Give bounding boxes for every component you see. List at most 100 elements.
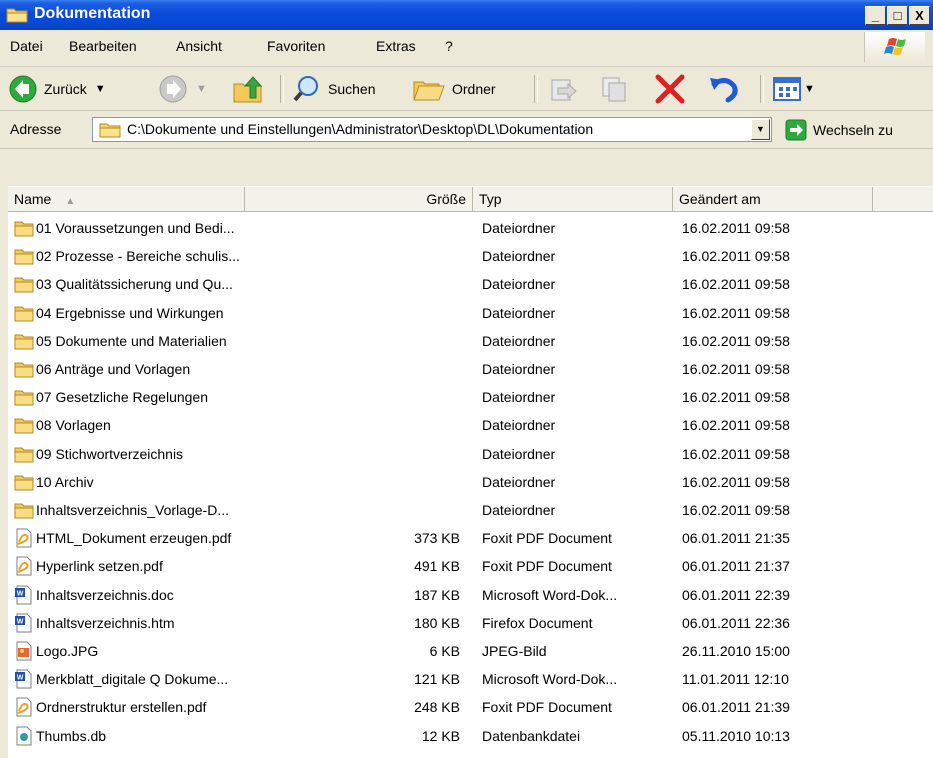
undo-icon (710, 78, 738, 103)
file-row[interactable]: W Inhaltsverzeichnis.doc 187 KB Microsoft W… (14, 583, 914, 608)
address-path: C:\Dokumente und Einstellungen\Administr… (127, 121, 594, 137)
pdf-icon (14, 556, 34, 576)
address-dropdown-button[interactable]: ▼ (751, 119, 770, 140)
search-icon (293, 76, 318, 102)
address-input[interactable]: C:\Dokumente und Einstellungen\Administr… (92, 117, 772, 142)
file-size: 180 KB (414, 615, 460, 631)
file-row[interactable]: W Inhaltsverzeichnis.htm 180 KB Firefox Doc… (14, 611, 914, 636)
file-name: 06 Anträge und Vorlagen (36, 361, 191, 377)
file-modified: 16.02.2011 09:58 (682, 361, 790, 377)
file-row[interactable]: Inhaltsverzeichnis_Vorlage-D... Dateiordn… (14, 498, 914, 523)
file-row[interactable]: Ordnerstruktur erstellen.pdf 248 KB Foxit … (14, 695, 914, 720)
column-header-modified[interactable]: Geändert am (673, 187, 873, 211)
title-bar[interactable]: Dokumentation _ □ X (0, 0, 933, 30)
file-row[interactable]: W Merkblatt_digitale Q Dokume... 121 KB Mic… (14, 667, 914, 692)
maximize-button[interactable]: □ (887, 6, 908, 25)
file-row[interactable]: Thumbs.db 12 KB Datenbankdatei 05.11.2010 1… (14, 724, 914, 749)
menu-favoriten[interactable]: Favoriten (267, 38, 325, 54)
pdf-icon (14, 528, 34, 548)
file-size: 121 KB (414, 671, 460, 687)
file-modified: 06.01.2011 22:39 (682, 587, 790, 603)
folders-icon (413, 81, 445, 101)
file-row[interactable]: 02 Prozesse - Bereiche schulis... Dateior… (14, 244, 914, 269)
move-to-icon (551, 79, 577, 101)
file-name: Hyperlink setzen.pdf (36, 558, 163, 574)
back-label: Zurück (44, 81, 87, 97)
search-label: Suchen (328, 81, 376, 97)
minimize-button[interactable]: _ (865, 6, 886, 25)
svg-text:W: W (17, 619, 24, 626)
back-button[interactable]: Zurück ▼ (8, 73, 106, 105)
file-row[interactable]: HTML_Dokument erzeugen.pdf 373 KB Foxit PD… (14, 526, 914, 551)
menu-extras[interactable]: Extras (376, 38, 416, 54)
file-name: Inhaltsverzeichnis.doc (36, 587, 174, 603)
folder-up-icon (233, 76, 263, 103)
file-type: Dateiordner (482, 446, 556, 462)
chevron-down-icon[interactable]: ▼ (196, 83, 207, 95)
file-name: 07 Gesetzliche Regelungen (36, 389, 209, 405)
file-modified: 16.02.2011 09:58 (682, 446, 790, 462)
file-row[interactable]: 03 Qualitätssicherung und Qu... Dateiordn… (14, 272, 914, 297)
word-icon: W (14, 613, 34, 633)
file-row[interactable]: 04 Ergebnisse und Wirkungen Dateiordner 16… (14, 301, 914, 326)
go-button[interactable]: Wechseln zu (785, 117, 893, 142)
file-type: Foxit PDF Document (482, 530, 612, 546)
file-row[interactable]: 05 Dokumente und Materialien Dateiordner 1… (14, 329, 914, 354)
menu-ansicht[interactable]: Ansicht (176, 38, 222, 54)
file-type: Dateiordner (482, 333, 556, 349)
folder-icon (14, 387, 34, 407)
file-modified: 06.01.2011 21:39 (682, 699, 790, 715)
search-button[interactable]: Suchen (292, 73, 375, 105)
close-button[interactable]: X (909, 6, 930, 25)
file-type: JPEG-Bild (482, 643, 547, 659)
file-name: 09 Stichwortverzeichnis (36, 446, 184, 462)
file-name: 03 Qualitätssicherung und Qu... (36, 276, 233, 292)
file-row[interactable]: 06 Anträge und Vorlagen Dateiordner 16.02.… (14, 357, 914, 382)
file-size: 6 KB (429, 643, 460, 659)
go-label: Wechseln zu (813, 121, 893, 138)
folders-button[interactable]: Ordner (412, 73, 496, 105)
file-row[interactable]: Logo.JPG 6 KB JPEG-Bild 26.11.2010 15:00 (14, 639, 914, 664)
file-modified: 06.01.2011 21:37 (682, 558, 790, 574)
forward-arrow-icon (159, 75, 187, 103)
delete-button[interactable] (654, 73, 686, 105)
folder-icon (14, 415, 34, 435)
file-row[interactable]: Hyperlink setzen.pdf 491 KB Foxit PDF Docu… (14, 554, 914, 579)
menu-help[interactable]: ? (445, 38, 453, 54)
chevron-down-icon[interactable]: ▼ (95, 83, 106, 95)
move-to-button[interactable] (548, 73, 578, 105)
toolbar: Zurück ▼ ▼ Suchen Ordner ▼ (0, 67, 933, 111)
svg-text:W: W (17, 591, 24, 598)
file-name: 10 Archiv (36, 474, 94, 490)
copy-to-button[interactable] (600, 73, 630, 105)
forward-button[interactable]: ▼ (158, 73, 207, 105)
column-header-size[interactable]: Größe (245, 187, 473, 211)
file-name: Ordnerstruktur erstellen.pdf (36, 699, 207, 715)
file-row[interactable]: 07 Gesetzliche Regelungen Dateiordner 16.0… (14, 385, 914, 410)
undo-button[interactable] (708, 73, 740, 105)
chevron-down-icon[interactable]: ▼ (804, 83, 815, 95)
file-row[interactable]: 10 Archiv Dateiordner 16.02.2011 09:58 (14, 470, 914, 495)
folder-icon (99, 123, 121, 138)
views-button[interactable]: ▼ (772, 73, 815, 105)
windows-logo-icon (864, 32, 925, 62)
folder-icon (14, 274, 34, 294)
file-size: 12 KB (421, 728, 460, 744)
up-folder-button[interactable] (232, 73, 264, 105)
file-type: Dateiordner (482, 276, 556, 292)
file-type: Microsoft Word-Dok... (482, 671, 618, 687)
file-modified: 06.01.2011 21:35 (682, 530, 790, 546)
column-header-type[interactable]: Typ (473, 187, 673, 211)
file-row[interactable]: 08 Vorlagen Dateiordner 16.02.2011 09:58 (14, 413, 914, 438)
menu-bearbeiten[interactable]: Bearbeiten (69, 38, 137, 54)
column-header-name[interactable]: Name ▲ (8, 187, 245, 211)
file-type: Dateiordner (482, 305, 556, 321)
file-row[interactable]: 01 Voraussetzungen und Bedi... Dateiordne… (14, 216, 914, 241)
file-modified: 16.02.2011 09:58 (682, 333, 790, 349)
file-name: 08 Vorlagen (36, 417, 111, 433)
file-type: Dateiordner (482, 502, 556, 518)
menu-datei[interactable]: Datei (10, 38, 43, 54)
file-type: Dateiordner (482, 248, 556, 264)
window-title: Dokumentation (34, 5, 151, 22)
file-row[interactable]: 09 Stichwortverzeichnis Dateiordner 16.02.… (14, 442, 914, 467)
